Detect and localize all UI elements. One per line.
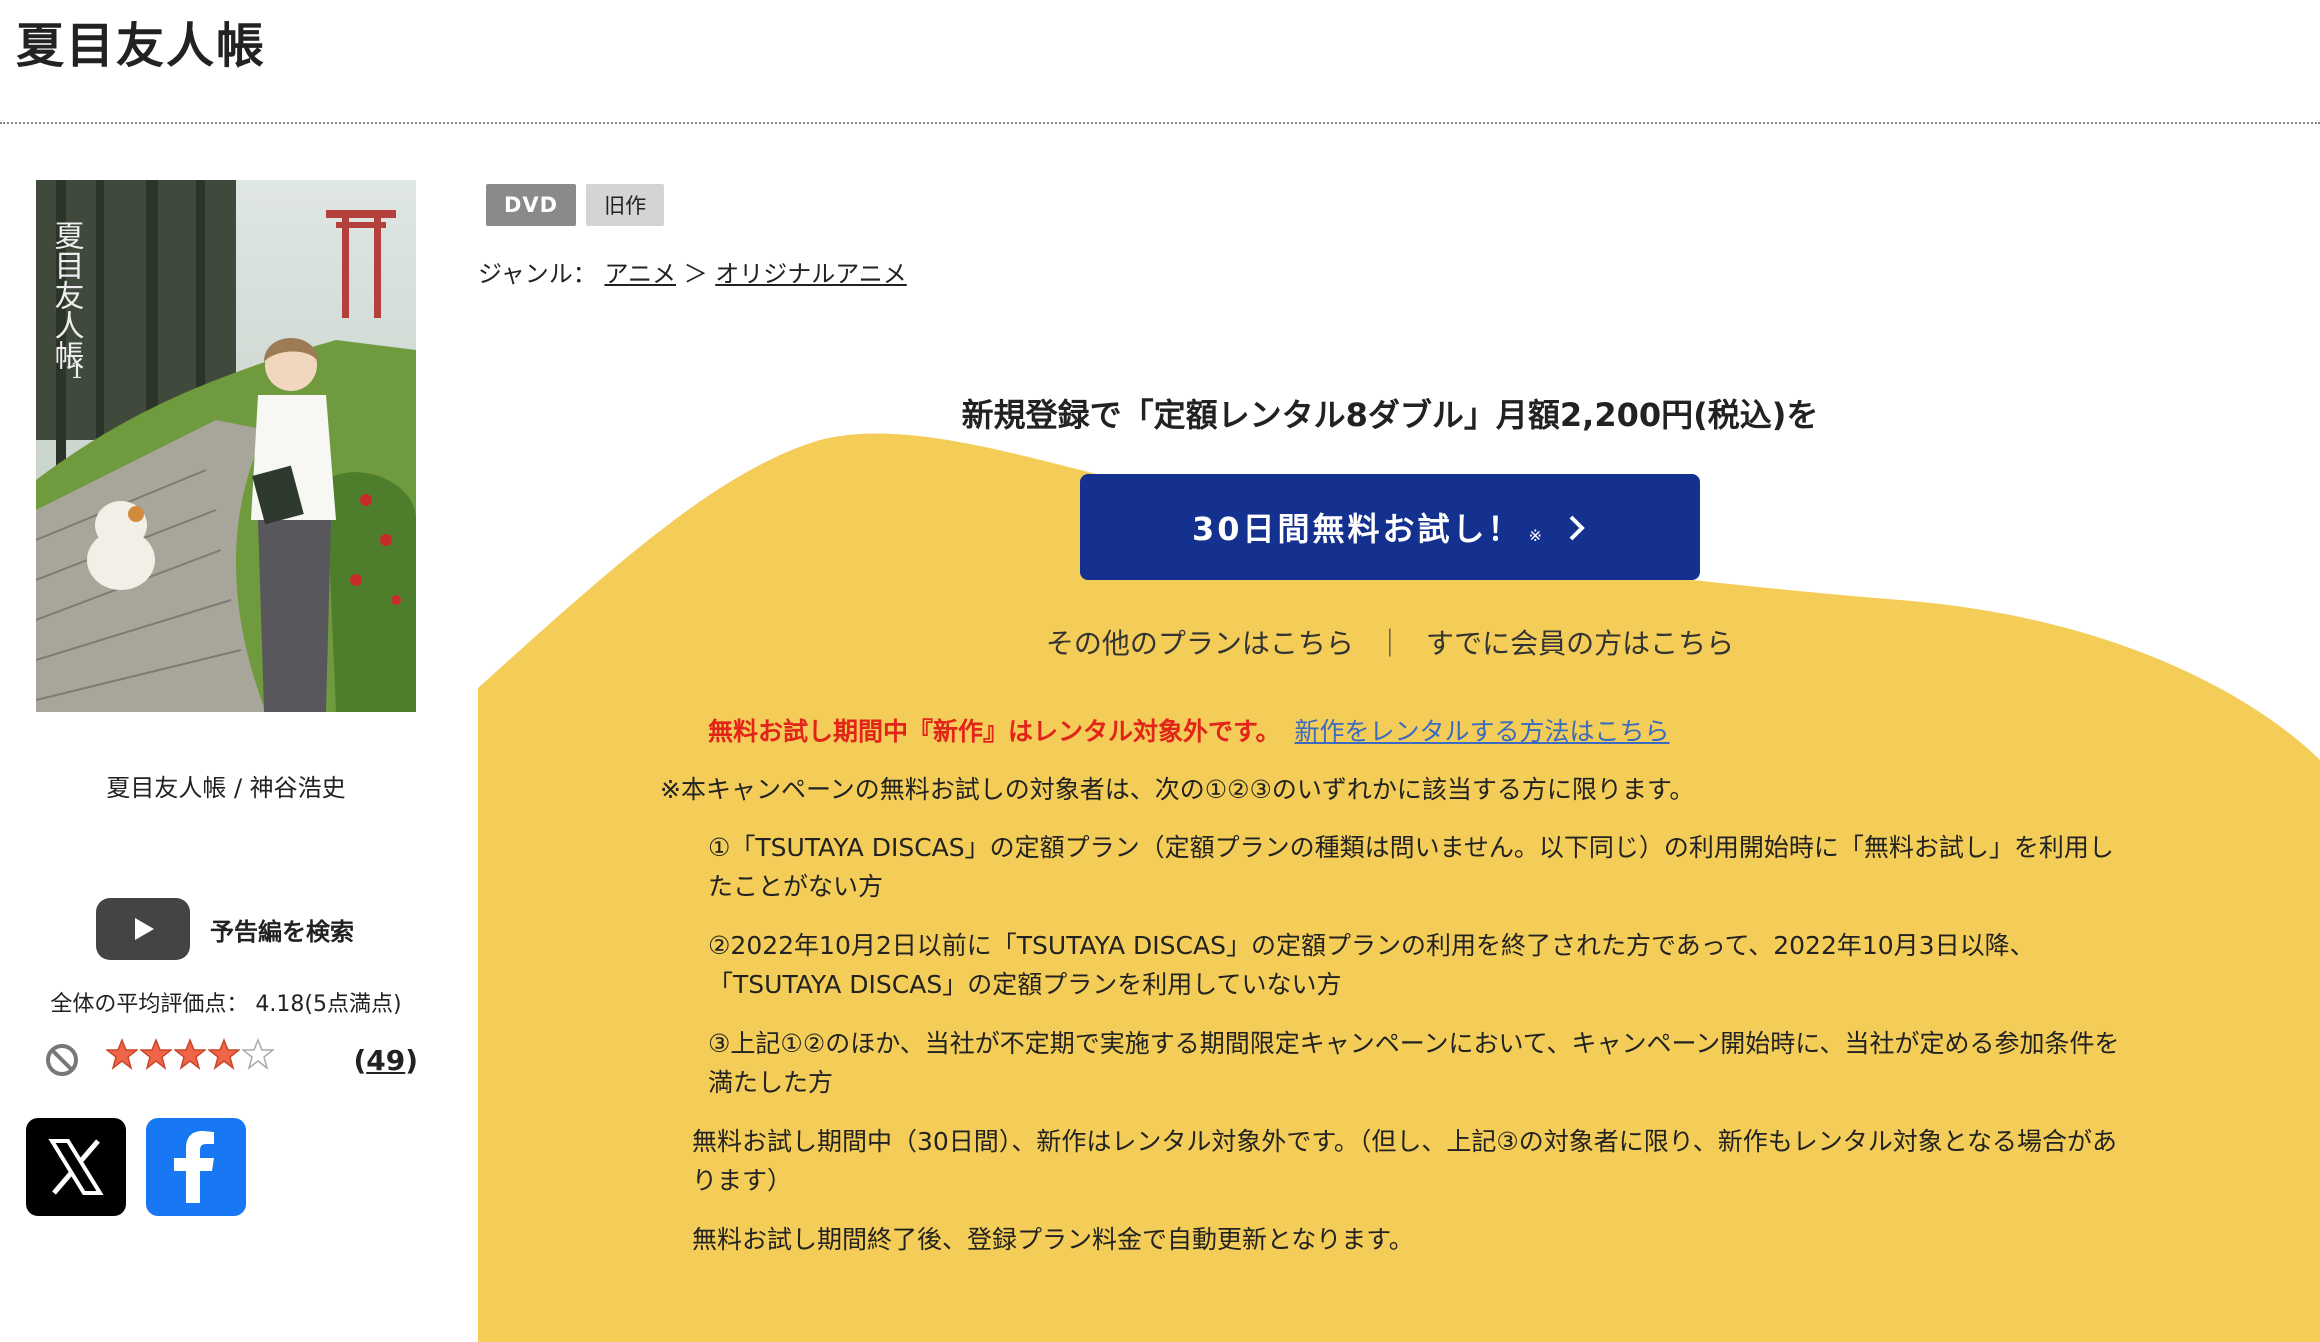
dvd-badge: DVD	[486, 184, 577, 226]
member-login-link[interactable]: すでに会員の方はこちら	[1426, 627, 1734, 660]
free-trial-note-mark: ※	[1528, 525, 1542, 545]
chevron-right-icon	[1569, 515, 1585, 541]
average-rating-text: 全体の平均評価点： 4.18(5点満点)	[50, 992, 402, 1017]
plan-links: その他のプランはこちら ｜ すでに会員の方はこちら	[478, 622, 2302, 662]
star-filled-icon	[140, 1038, 172, 1070]
genre-separator: ＞	[683, 260, 708, 288]
new-release-rental-link[interactable]: 新作をレンタルする方法はこちら	[1295, 717, 1670, 746]
eligibility-condition-3: ③上記①②のほか、当社が不定期で実施する期間限定キャンペーンにおいて、キャンペー…	[708, 1029, 2120, 1097]
trial-period-note: 無料お試し期間中（30日間）、新作はレンタル対象外です。（但し、上記③の対象者に…	[692, 1127, 2117, 1195]
plan-links-separator: ｜	[1375, 627, 1404, 660]
review-count-prefix: (	[353, 1044, 367, 1077]
x-share-button[interactable]	[26, 1118, 126, 1216]
free-trial-label: 30日間無料お試し！	[1192, 510, 1523, 548]
facebook-share-button[interactable]	[146, 1118, 246, 1216]
review-count-wrap: (49)	[353, 1044, 418, 1077]
promo-headline: 新規登録で「定額レンタル8ダブル」月額2,200円(税込)を	[961, 396, 1819, 434]
new-release-warning: 無料お試し期間中『新作』はレンタル対象外です。 新作をレンタルする方法はこちら	[708, 712, 1670, 748]
trailer-search[interactable]: 予告編を検索	[96, 898, 354, 960]
review-count-suffix: )	[405, 1044, 418, 1077]
star-empty-icon	[242, 1038, 274, 1070]
trailer-search-label[interactable]: 予告編を検索	[210, 912, 354, 947]
star-filled-icon	[174, 1038, 206, 1070]
title-divider	[0, 122, 2320, 124]
eligibility-condition-2: ②2022年10月2日以前に「TSUTAYA DISCAS」の定額プランの利用を…	[708, 931, 2035, 999]
prohibited-icon[interactable]	[44, 1042, 80, 1078]
x-logo-icon	[48, 1139, 104, 1195]
new-release-warning-text: 無料お試し期間中『新作』はレンタル対象外です。	[708, 717, 1281, 746]
format-badges: DVD 旧作	[486, 184, 665, 226]
eligibility-condition-1: ①「TSUTAYA DISCAS」の定額プラン（定額プランの種類は問いません。以…	[708, 833, 2114, 901]
facebook-logo-icon	[174, 1131, 214, 1203]
old-release-badge: 旧作	[586, 184, 665, 226]
cover-art-volume: 1	[70, 359, 84, 384]
page-title: 夏目友人帳	[16, 18, 267, 74]
star-filled-icon	[208, 1038, 240, 1070]
cover-art-title: 夏目友人帳	[49, 220, 84, 370]
genre-label: ジャンル：	[478, 260, 597, 288]
youtube-play-icon[interactable]	[96, 898, 190, 960]
genre-link-original-anime[interactable]: オリジナルアニメ	[715, 260, 907, 288]
star-filled-icon	[106, 1038, 138, 1070]
genre-breadcrumb: ジャンル： アニメ ＞ オリジナルアニメ	[478, 254, 907, 289]
star-rating[interactable]	[106, 1038, 274, 1070]
other-plans-link[interactable]: その他のプランはこちら	[1046, 627, 1354, 660]
auto-renewal-note: 無料お試し期間終了後、登録プラン料金で自動更新となります。	[692, 1225, 1414, 1254]
cover-image[interactable]: 夏目友人帳 1	[36, 180, 416, 712]
social-share	[26, 1118, 246, 1216]
campaign-eligibility-intro: ※本キャンペーンの無料お試しの対象者は、次の①②③のいずれかに該当する方に限りま…	[660, 775, 1695, 804]
review-count-link[interactable]: 49	[366, 1044, 405, 1077]
cover-caption: 夏目友人帳 / 神谷浩史	[106, 774, 346, 802]
free-trial-button[interactable]: 30日間無料お試し！ ※	[1080, 474, 1700, 580]
genre-link-anime[interactable]: アニメ	[604, 260, 676, 288]
rating-row: (49)	[36, 1034, 420, 1086]
